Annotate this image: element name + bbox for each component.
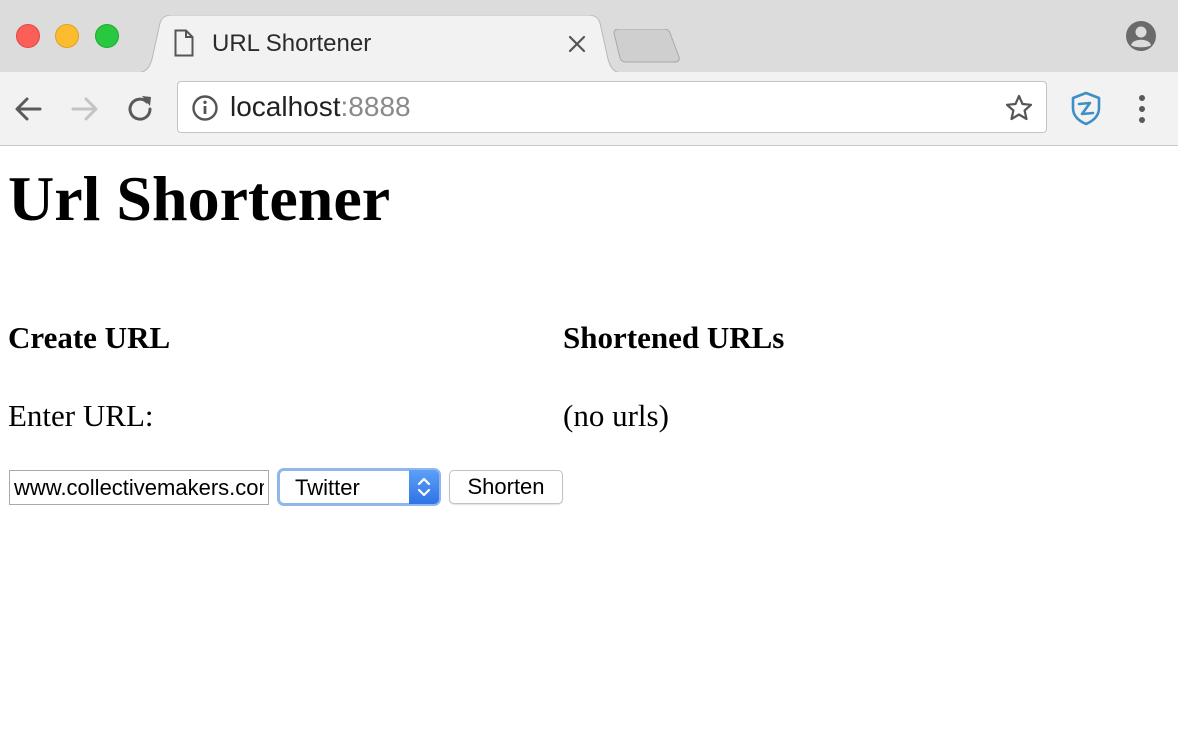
minimize-window-button[interactable] [55,24,79,48]
address-bar[interactable]: localhost:8888 [177,81,1047,133]
zoom-window-button[interactable] [95,24,119,48]
tab-title: URL Shortener [212,30,372,57]
address-text[interactable]: localhost:8888 [230,91,411,123]
network-select[interactable]: Twitter [277,468,441,506]
close-icon[interactable] [566,33,588,55]
info-icon[interactable] [191,94,219,127]
create-url-heading: Create URL [8,320,171,355]
network-select-value: Twitter [295,475,360,500]
enter-url-label: Enter URL: [8,398,154,433]
star-icon[interactable] [1004,93,1034,128]
shortened-urls-heading: Shortened URLs [563,320,785,355]
back-arrow-icon[interactable] [12,92,46,126]
close-window-button[interactable] [16,24,40,48]
page-title: Url Shortener [8,163,391,234]
shield-extension-icon[interactable] [1068,90,1104,131]
tab-shape [136,15,622,73]
browser-toolbar: localhost:8888 [0,72,1178,146]
forward-arrow-icon[interactable] [67,92,101,126]
select-stepper-icon [409,470,439,504]
browser-tab[interactable]: URL Shortener [136,15,622,73]
document-icon [174,29,194,62]
page-content: Url Shortener Create URL Shortened URLs … [0,146,1178,745]
shorten-button[interactable]: Shorten [449,470,563,504]
reload-icon[interactable] [123,92,157,126]
address-port: :8888 [340,91,411,122]
profile-icon[interactable] [1124,19,1158,58]
new-tab-button[interactable] [612,28,682,68]
address-host: localhost [230,91,341,122]
empty-list-text: (no urls) [563,398,669,433]
url-input[interactable] [9,470,269,505]
kebab-menu-icon[interactable] [1130,92,1154,131]
browser-titlebar: URL Shortener [0,0,1178,73]
